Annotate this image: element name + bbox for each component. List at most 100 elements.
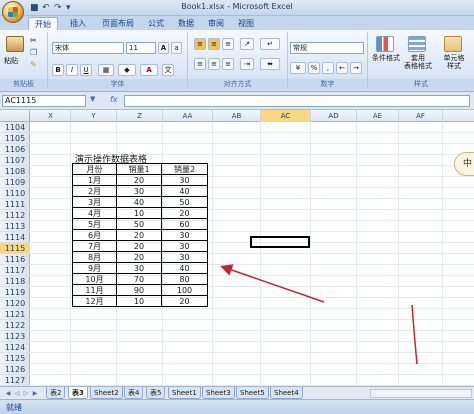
table-cell[interactable]: 10 [116, 295, 162, 307]
table-cell[interactable]: 60 [161, 218, 208, 230]
table-cell[interactable]: 20 [116, 174, 162, 186]
cut-icon[interactable]: ✂ [30, 36, 37, 45]
row-header-1113[interactable]: 1113 [0, 221, 30, 232]
table-cell[interactable]: 70 [116, 273, 162, 285]
row-header-1106[interactable]: 1106 [0, 144, 30, 155]
increase-decimal-button[interactable]: ← [336, 62, 348, 74]
row-header-1109[interactable]: 1109 [0, 177, 30, 188]
row-header-1125[interactable]: 1125 [0, 353, 30, 364]
fill-color-button[interactable]: ◆ [118, 64, 136, 76]
sheet-tab[interactable]: 表4 [124, 387, 144, 399]
table-cell[interactable]: 9月 [72, 262, 117, 274]
first-sheet-icon[interactable]: ◀ [4, 389, 12, 398]
borders-button[interactable]: ▦ [98, 64, 114, 76]
paste-label[interactable]: 粘贴 [4, 56, 18, 66]
tab-formulas[interactable]: 公式 [142, 17, 170, 30]
paste-icon[interactable] [6, 36, 24, 52]
align-left-button[interactable]: ≡ [194, 58, 206, 70]
table-cell[interactable]: 90 [116, 284, 162, 296]
row-header-1118[interactable]: 1118 [0, 276, 30, 287]
table-cell[interactable]: 40 [161, 185, 208, 197]
sheet-tab[interactable]: Sheet3 [202, 387, 235, 399]
percent-button[interactable]: % [308, 62, 320, 74]
row-header-1104[interactable]: 1104 [0, 122, 30, 133]
table-cell[interactable]: 1月 [72, 174, 117, 186]
tab-insert[interactable]: 插入 [64, 17, 92, 30]
phonetic-button[interactable]: 文 [162, 64, 174, 76]
row-header-1127[interactable]: 1127 [0, 375, 30, 386]
table-cell[interactable]: 12月 [72, 295, 117, 307]
row-header-1123[interactable]: 1123 [0, 331, 30, 342]
column-header-aa[interactable]: AA [163, 110, 213, 122]
table-cell[interactable]: 30 [161, 240, 208, 252]
align-top-button[interactable]: ≡ [194, 38, 206, 50]
column-header-ab[interactable]: AB [213, 110, 261, 122]
table-cell[interactable]: 2月 [72, 185, 117, 197]
table-cell[interactable]: 20 [116, 251, 162, 263]
row-header-1114[interactable]: 1114 [0, 232, 30, 243]
table-cell[interactable]: 80 [161, 273, 208, 285]
number-format-dropdown[interactable]: 常规 [290, 42, 364, 54]
table-cell[interactable]: 20 [161, 295, 208, 307]
table-cell[interactable]: 30 [116, 262, 162, 274]
tab-view[interactable]: 视图 [232, 17, 260, 30]
tab-home[interactable]: 开始 [28, 17, 58, 30]
row-header-1117[interactable]: 1117 [0, 265, 30, 276]
table-cell[interactable]: 40 [116, 196, 162, 208]
wrap-text-button[interactable]: ↵ [260, 38, 280, 50]
tab-review[interactable]: 审阅 [202, 17, 230, 30]
row-header-1122[interactable]: 1122 [0, 320, 30, 331]
align-right-button[interactable]: ≡ [222, 58, 234, 70]
row-header-1108[interactable]: 1108 [0, 166, 30, 177]
sheet-tab[interactable]: Sheet1 [168, 387, 201, 399]
sheet-tab[interactable]: Sheet2 [90, 387, 123, 399]
cell-styles-icon[interactable] [444, 36, 462, 52]
table-header-cell[interactable]: 销量2 [161, 163, 208, 175]
sheet-tab[interactable]: Sheet5 [236, 387, 269, 399]
table-cell[interactable]: 6月 [72, 229, 117, 241]
bold-button[interactable]: B [52, 64, 64, 76]
copy-icon[interactable]: ❐ [30, 48, 37, 57]
italic-button[interactable]: I [66, 64, 78, 76]
format-as-table-icon[interactable] [408, 36, 426, 52]
table-header-cell[interactable]: 销量1 [116, 163, 162, 175]
conditional-format-label[interactable]: 条件格式 [370, 54, 402, 62]
table-cell[interactable]: 20 [161, 207, 208, 219]
merge-center-button[interactable]: ⬌ [260, 58, 280, 70]
row-header-1107[interactable]: 1107 [0, 155, 30, 166]
next-sheet-icon[interactable]: ▷ [22, 389, 30, 398]
table-cell[interactable]: 20 [116, 240, 162, 252]
tab-page-layout[interactable]: 页面布局 [96, 17, 140, 30]
table-cell[interactable]: 50 [161, 196, 208, 208]
row-header-1110[interactable]: 1110 [0, 188, 30, 199]
insert-function-icon[interactable]: fx [110, 95, 118, 104]
row-header-1105[interactable]: 1105 [0, 133, 30, 144]
sheet-tab[interactable]: Sheet4 [270, 387, 303, 399]
office-button[interactable] [2, 1, 24, 23]
sheet-tab[interactable]: 表5 [146, 387, 166, 399]
comma-button[interactable]: , [322, 62, 334, 74]
tab-data[interactable]: 数据 [172, 17, 200, 30]
column-header-ad[interactable]: AD [311, 110, 357, 122]
align-bottom-button[interactable]: ≡ [222, 38, 234, 50]
conditional-format-icon[interactable] [376, 36, 394, 52]
table-cell[interactable]: 4月 [72, 207, 117, 219]
table-cell[interactable]: 30 [161, 174, 208, 186]
indent-button[interactable]: ⇥ [240, 58, 254, 70]
active-cell-cursor[interactable] [250, 236, 310, 248]
table-cell[interactable]: 30 [161, 251, 208, 263]
column-header-ae[interactable]: AE [357, 110, 399, 122]
row-header-1126[interactable]: 1126 [0, 364, 30, 375]
cell-styles-label[interactable]: 单元格 样式 [436, 54, 472, 70]
table-cell[interactable]: 50 [116, 218, 162, 230]
decrease-decimal-button[interactable]: → [350, 62, 362, 74]
column-header-x[interactable]: X [31, 110, 71, 122]
row-header-1124[interactable]: 1124 [0, 342, 30, 353]
shrink-font-button[interactable]: a [171, 42, 182, 54]
font-name-dropdown[interactable]: 宋体 [52, 42, 124, 54]
cell-grid[interactable]: 演示操作数据表格 月份 销量1 销量2 1月 20 30 2月 30 40 3月 40 50 4月 10 2… [31, 122, 474, 386]
row-header-1111[interactable]: 1111 [0, 199, 30, 210]
table-cell[interactable]: 3月 [72, 196, 117, 208]
font-color-button[interactable]: A [140, 64, 158, 76]
orientation-button[interactable]: ↗ [240, 38, 254, 50]
